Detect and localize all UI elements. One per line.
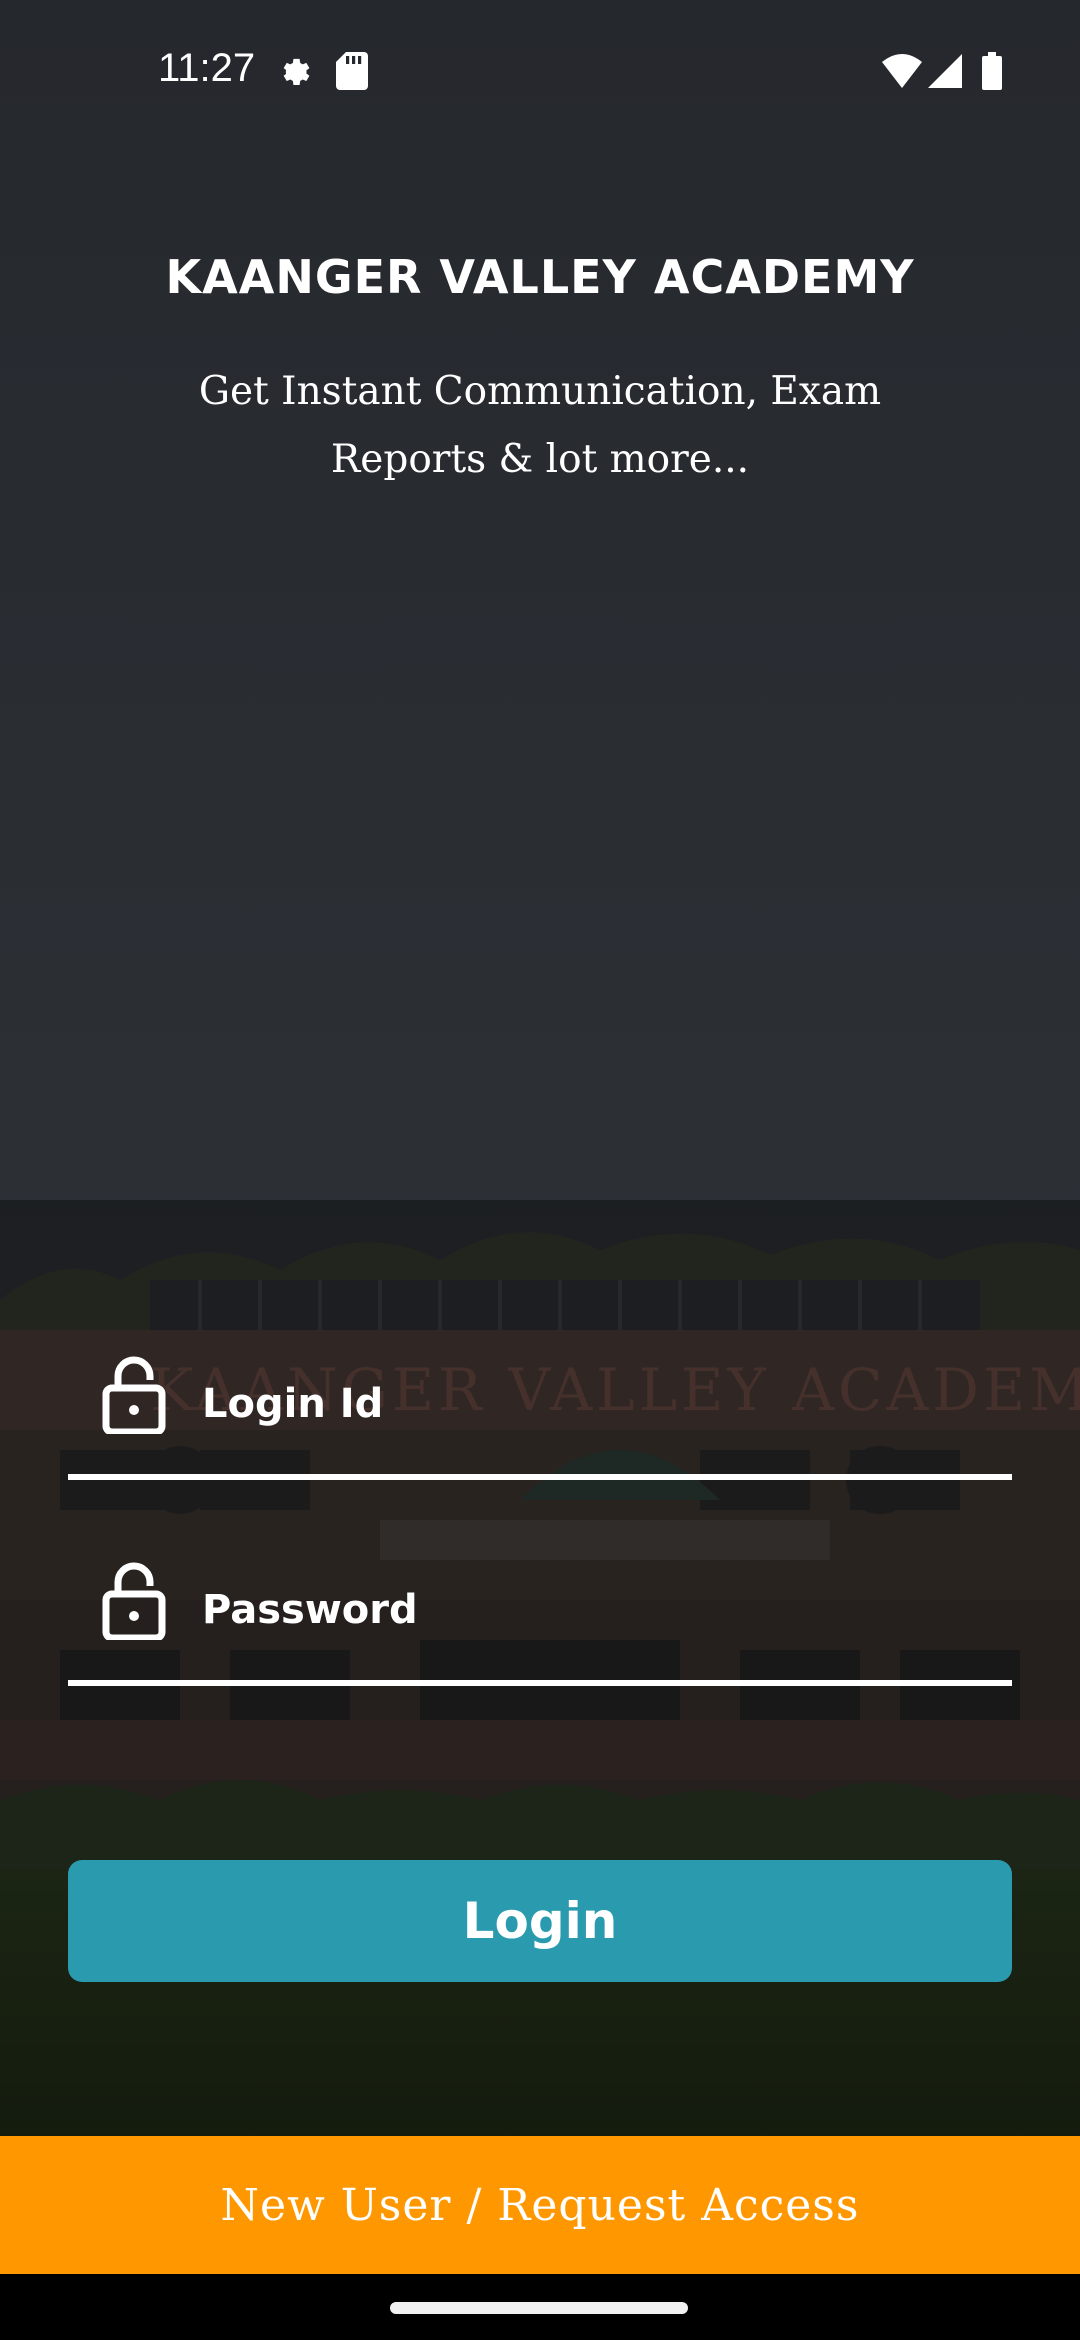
school-building-background-image: KAANGER VALLEY ACADEMY	[0, 0, 1080, 2340]
login-button[interactable]: Login	[68, 1860, 1012, 1982]
settings-icon	[283, 58, 310, 85]
login-screen: KAANGER VALLEY ACADEMY 11:27 KAANGER VAL…	[0, 0, 1080, 2340]
sd-card-icon	[336, 52, 368, 90]
padlock-open-icon	[102, 1356, 166, 1434]
wifi-icon	[882, 54, 922, 88]
request-access-button[interactable]: New User / Request Access	[0, 2136, 1080, 2274]
status-time: 11:27	[158, 46, 256, 90]
battery-icon	[982, 52, 1002, 90]
request-access-label: New User / Request Access	[220, 2179, 860, 2231]
login-id-field[interactable]	[68, 1354, 1012, 1480]
home-gesture-handle[interactable]	[390, 2302, 688, 2314]
login-id-input[interactable]	[202, 1376, 982, 1432]
cell-signal-icon	[928, 54, 962, 88]
password-input[interactable]	[202, 1582, 982, 1638]
app-tagline: Get Instant Communication, Exam Reports …	[198, 369, 882, 482]
navigation-bar	[0, 2274, 1080, 2340]
password-field[interactable]	[68, 1560, 1012, 1686]
padlock-open-icon	[102, 1562, 166, 1640]
app-title: KAANGER VALLEY ACADEMY	[165, 250, 915, 304]
status-bar: 11:27	[0, 0, 1080, 140]
